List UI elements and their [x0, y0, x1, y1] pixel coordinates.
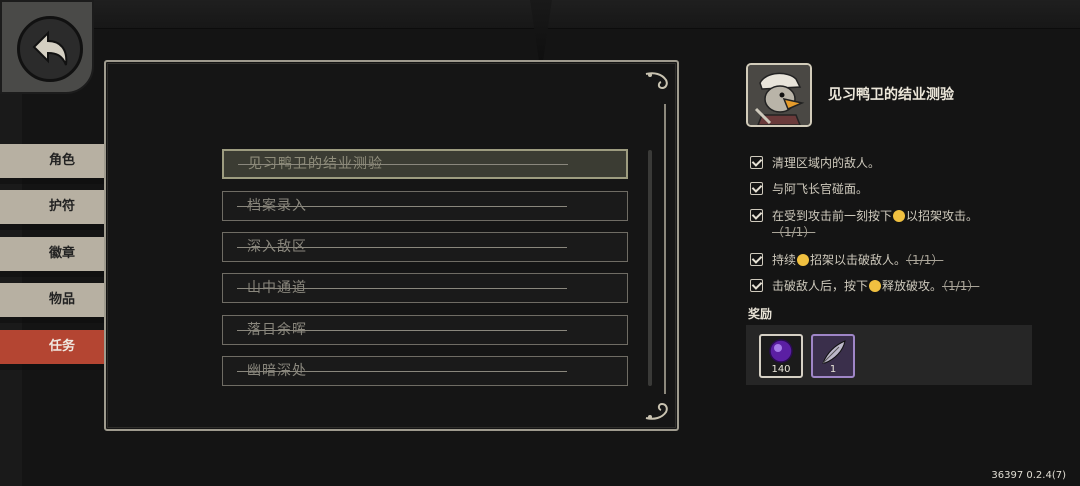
background-curtain [530, 0, 552, 60]
smiley-button-icon [893, 210, 906, 222]
quest-label: 山中通道 [247, 280, 307, 296]
objective-progress: （1/1） [772, 225, 816, 239]
objective-progress: （1/1） [942, 279, 980, 293]
version-label: 36397 0.2.4(7) [991, 470, 1066, 481]
quest-item[interactable]: 见习鸭卫的结业测验 [222, 149, 628, 179]
quest-item[interactable]: 深入敌区 [222, 232, 628, 262]
panel-divider [664, 104, 666, 394]
duck-guard-icon [748, 65, 810, 125]
quest-label: 档案录入 [247, 198, 307, 214]
checkbox-checked-icon [750, 253, 763, 266]
reward-slot[interactable]: 1 [811, 334, 855, 378]
quest-list-scrollbar[interactable] [648, 150, 652, 386]
objective-text: 与阿飞长官碰面。 [772, 182, 869, 196]
quest-label: 落日余晖 [247, 322, 307, 338]
reward-count: 1 [829, 364, 837, 375]
quest-title: 见习鸭卫的结业测验 [828, 87, 954, 103]
objective-progress: （1/1） [906, 253, 944, 267]
purple-orb-icon [769, 339, 793, 363]
quest-giver-portrait [746, 63, 812, 127]
objective-text: 清理区域内的敌人。 [772, 156, 881, 170]
quest-label: 幽暗深处 [247, 363, 307, 379]
feather-icon [822, 340, 846, 364]
quest-item[interactable]: 档案录入 [222, 191, 628, 221]
smiley-button-icon [869, 280, 882, 292]
checkbox-checked-icon [750, 279, 763, 292]
quest-item[interactable]: 幽暗深处 [222, 356, 628, 386]
quest-item[interactable]: 落日余晖 [222, 315, 628, 345]
checkbox-checked-icon [750, 182, 763, 195]
checkbox-checked-icon [750, 156, 763, 169]
corner-ornament-top-icon [644, 70, 670, 99]
back-button[interactable] [0, 0, 94, 94]
objective-text: 持续 [772, 253, 797, 267]
rewards-label: 奖励 [748, 307, 773, 321]
back-arrow-icon [17, 16, 83, 82]
reward-count: 140 [771, 364, 791, 375]
quest-label: 深入敌区 [247, 239, 307, 255]
reward-slot[interactable]: 140 [759, 334, 803, 378]
objective-text: 招架以击破敌人。 [810, 253, 907, 267]
quest-item[interactable]: 山中通道 [222, 273, 628, 303]
objective-text: 释放破攻。 [882, 279, 943, 293]
corner-ornament-bottom-icon [644, 398, 670, 427]
objective-text: 击破敌人后，按下 [772, 279, 869, 293]
quest-label: 见习鸭卫的结业测验 [248, 156, 383, 172]
smiley-button-icon [797, 254, 810, 266]
objective-text: 在受到攻击前一刻按下 [772, 209, 893, 223]
objective-text: 以招架攻击。 [906, 209, 979, 223]
checkbox-checked-icon [750, 209, 763, 222]
